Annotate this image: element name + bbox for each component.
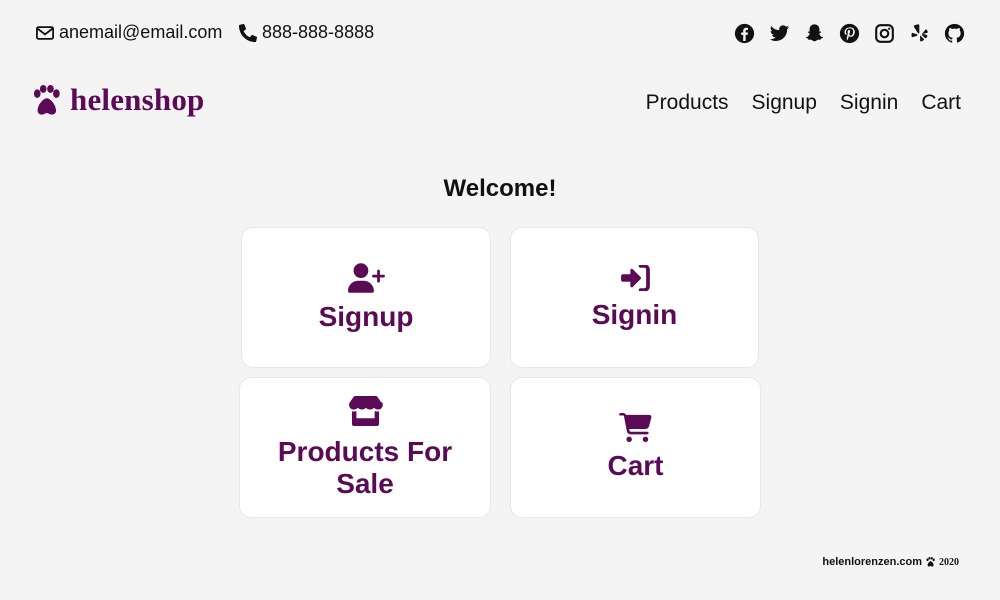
cart-icon (619, 413, 652, 442)
cart-card-label: Cart (607, 450, 664, 481)
signin-card[interactable]: Signin (510, 227, 759, 368)
twitter-icon[interactable] (768, 22, 791, 45)
nav-signup[interactable]: Signup (752, 91, 817, 115)
envelope-icon (36, 25, 54, 40)
signup-card-label: Signup (318, 300, 414, 332)
brand-name: helenshop (70, 82, 205, 117)
paw-icon (33, 84, 60, 115)
products-card-label-line1: Products For (277, 435, 453, 467)
main-nav: Products Signup Signin Cart (646, 91, 961, 115)
email-link[interactable]: anemail@email.com (36, 22, 222, 43)
snapchat-icon[interactable] (803, 22, 826, 45)
products-card-label: Products For Sale (278, 436, 452, 500)
github-icon[interactable] (943, 22, 966, 45)
social-links (733, 22, 966, 45)
nav-signin[interactable]: Signin (840, 91, 898, 115)
user-plus-icon (347, 262, 385, 293)
footer: helenlorenzen.com 2020 (822, 556, 959, 568)
phone-icon (239, 23, 257, 42)
nav-cart[interactable]: Cart (921, 91, 961, 115)
nav-products[interactable]: Products (646, 91, 729, 115)
signup-card[interactable]: Signup (241, 227, 491, 368)
cart-card[interactable]: Cart (510, 377, 761, 518)
footer-year: 2020 (939, 556, 959, 568)
instagram-icon[interactable] (873, 22, 896, 45)
footer-site: helenlorenzen.com (822, 556, 922, 568)
welcome-heading: Welcome! (443, 175, 557, 202)
yelp-icon[interactable] (908, 22, 931, 45)
signin-card-label: Signin (591, 298, 678, 330)
facebook-icon[interactable] (733, 22, 756, 45)
sign-in-icon (620, 264, 650, 291)
products-card-label-line2: Sale (336, 467, 394, 499)
paw-icon (926, 557, 935, 567)
pinterest-icon[interactable] (838, 22, 861, 45)
phone-link[interactable]: 888-888-8888 (239, 22, 374, 43)
email-text: anemail@email.com (59, 22, 223, 42)
phone-text: 888-888-8888 (262, 22, 375, 42)
products-card[interactable]: Products For Sale (239, 377, 491, 518)
top-bar: anemail@email.com 888-888-8888 (0, 0, 1000, 66)
store-icon (348, 395, 383, 426)
brand-logo[interactable]: helenshop (30, 82, 204, 118)
